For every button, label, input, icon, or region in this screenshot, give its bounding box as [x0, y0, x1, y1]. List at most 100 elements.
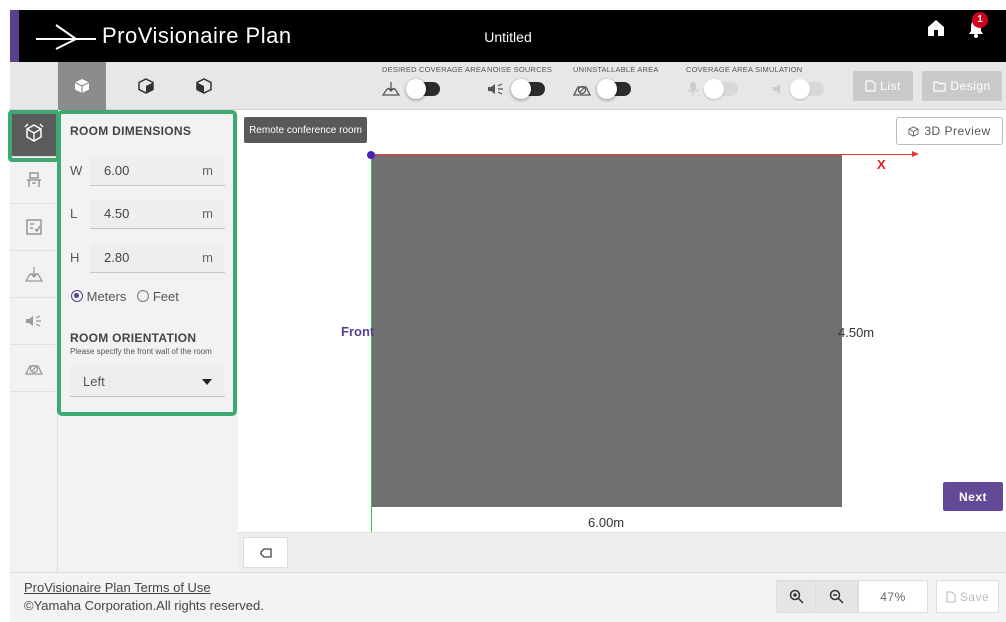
orientation-select[interactable]: Left [70, 366, 225, 397]
document-icon [946, 590, 956, 603]
front-wall-label: Front [341, 324, 375, 339]
dimension-letter: L [70, 206, 78, 221]
x-axis-arrow [912, 151, 919, 157]
dimension-letter: W [70, 163, 83, 178]
length-row: L 4.50 m [70, 199, 225, 229]
coverage-simulation-group: COVERAGE AREA SIMULATION [686, 65, 824, 107]
rail-item-noise[interactable] [10, 298, 58, 345]
zoom-level: 47% [858, 580, 928, 613]
uninstallable-area-icon [25, 364, 43, 375]
cube-icon [908, 125, 919, 137]
list-button[interactable]: List [853, 71, 913, 101]
hand-pointer-icon [259, 547, 272, 558]
rail-item-checklist[interactable] [10, 204, 58, 251]
view-side-button[interactable] [180, 62, 228, 110]
speaker-simulation-toggle[interactable] [790, 79, 824, 99]
zoom-out-button[interactable] [815, 580, 858, 613]
meters-radio[interactable]: Meters [71, 289, 126, 304]
uninstallable-area-icon [573, 85, 591, 96]
table-furniture-icon [27, 172, 41, 187]
list-label: List [880, 79, 901, 93]
noise-sources-toggle-group: NOISE SOURCES [487, 65, 552, 107]
3d-preview-button[interactable]: 3D Preview [896, 117, 1003, 145]
canvas-tool-strip [238, 532, 1006, 572]
rail-item-uninstallable[interactable] [10, 345, 58, 392]
next-button[interactable]: Next [943, 482, 1003, 511]
left-icon-rail [10, 110, 58, 572]
rail-item-coverage[interactable] [10, 251, 58, 298]
checklist-icon [26, 219, 42, 235]
width-input[interactable]: 6.00 m [90, 156, 225, 186]
room-orientation-heading: ROOM ORIENTATION [70, 331, 197, 345]
height-value: 2.80 [104, 250, 130, 265]
cube-side-icon [196, 78, 212, 94]
toggle-label: UNINSTALLABLE AREA [573, 65, 659, 74]
speaker-icon [773, 84, 780, 94]
orientation-note: Please specify the front wall of the roo… [70, 347, 212, 356]
y-axis-line [371, 155, 372, 533]
dimension-letter: H [70, 250, 80, 265]
x-axis-line [371, 154, 916, 155]
zoom-in-icon [789, 589, 804, 604]
feet-label: Feet [152, 289, 179, 304]
save-button[interactable]: Save [936, 580, 999, 613]
feet-radio[interactable]: Feet [137, 289, 179, 304]
view-iso-button[interactable] [122, 62, 170, 110]
zoom-out-icon [829, 589, 844, 604]
rail-item-room[interactable] [10, 110, 58, 157]
coverage-area-icon [382, 82, 400, 96]
notification-badge: 1 [972, 12, 988, 28]
save-label: Save [959, 589, 990, 604]
uninstallable-area-toggle[interactable] [597, 79, 631, 99]
copyright-text: ©Yamaha Corporation.All rights reserved. [24, 598, 264, 613]
folder-icon [933, 80, 946, 92]
3d-preview-label: 3D Preview [924, 124, 991, 138]
noise-sources-toggle[interactable] [511, 79, 545, 99]
length-value: 4.50 [104, 206, 130, 221]
document-title: Untitled [484, 29, 532, 45]
noise-speaker-icon [26, 315, 41, 327]
caret-down-icon [202, 379, 212, 385]
uninstallable-area-toggle-group: UNINSTALLABLE AREA [573, 65, 659, 107]
length-input[interactable]: 4.50 m [90, 199, 225, 229]
orientation-value: Left [83, 374, 105, 389]
design-button[interactable]: Design [922, 71, 1002, 101]
microphone-icon [687, 82, 699, 96]
design-label: Design [950, 79, 991, 93]
height-input[interactable]: 2.80 m [90, 243, 225, 273]
height-row: H 2.80 m [70, 243, 225, 273]
room-width-label: 6.00m [588, 515, 625, 530]
coverage-area-icon [25, 267, 43, 282]
room-name-tag[interactable]: Remote conference room [244, 117, 367, 143]
toggle-label: DESIRED COVERAGE AREA [382, 65, 487, 74]
pan-tool-button[interactable] [243, 537, 288, 568]
height-unit: m [202, 250, 213, 265]
terms-of-use-link[interactable]: ProVisionaire Plan Terms of Use [24, 580, 211, 595]
x-axis-label: X [877, 157, 886, 172]
zoom-in-button[interactable] [776, 580, 816, 613]
rail-item-furniture[interactable] [10, 157, 58, 204]
width-row: W 6.00 m [70, 156, 225, 186]
desired-coverage-toggle[interactable] [406, 79, 440, 99]
room-dimensions-heading: ROOM DIMENSIONS [70, 124, 192, 138]
toggle-label: NOISE SOURCES [487, 65, 553, 74]
length-unit: m [202, 206, 213, 221]
origin-point [367, 151, 375, 159]
document-icon [865, 80, 876, 92]
width-unit: m [202, 163, 213, 178]
cube-front-icon [74, 79, 90, 93]
radio-unselected-icon [137, 290, 150, 302]
room-length-label: 4.50m [838, 325, 875, 340]
mic-simulation-toggle[interactable] [704, 79, 738, 99]
desired-coverage-toggle-group: DESIRED COVERAGE AREA [382, 65, 486, 107]
app-header: ProVisionaire Plan Untitled [10, 10, 1006, 62]
unit-radio-group: Meters Feet [71, 289, 179, 304]
width-value: 6.00 [104, 163, 130, 178]
room-cube-icon [24, 123, 44, 142]
meters-label: Meters [86, 289, 127, 304]
room-floor-shape[interactable] [371, 155, 842, 507]
radio-selected-icon [71, 290, 83, 302]
view-front-button[interactable] [58, 62, 106, 110]
toolbar: DESIRED COVERAGE AREA NOISE SOURCES UNIN… [10, 62, 1006, 110]
home-icon[interactable] [925, 17, 947, 39]
